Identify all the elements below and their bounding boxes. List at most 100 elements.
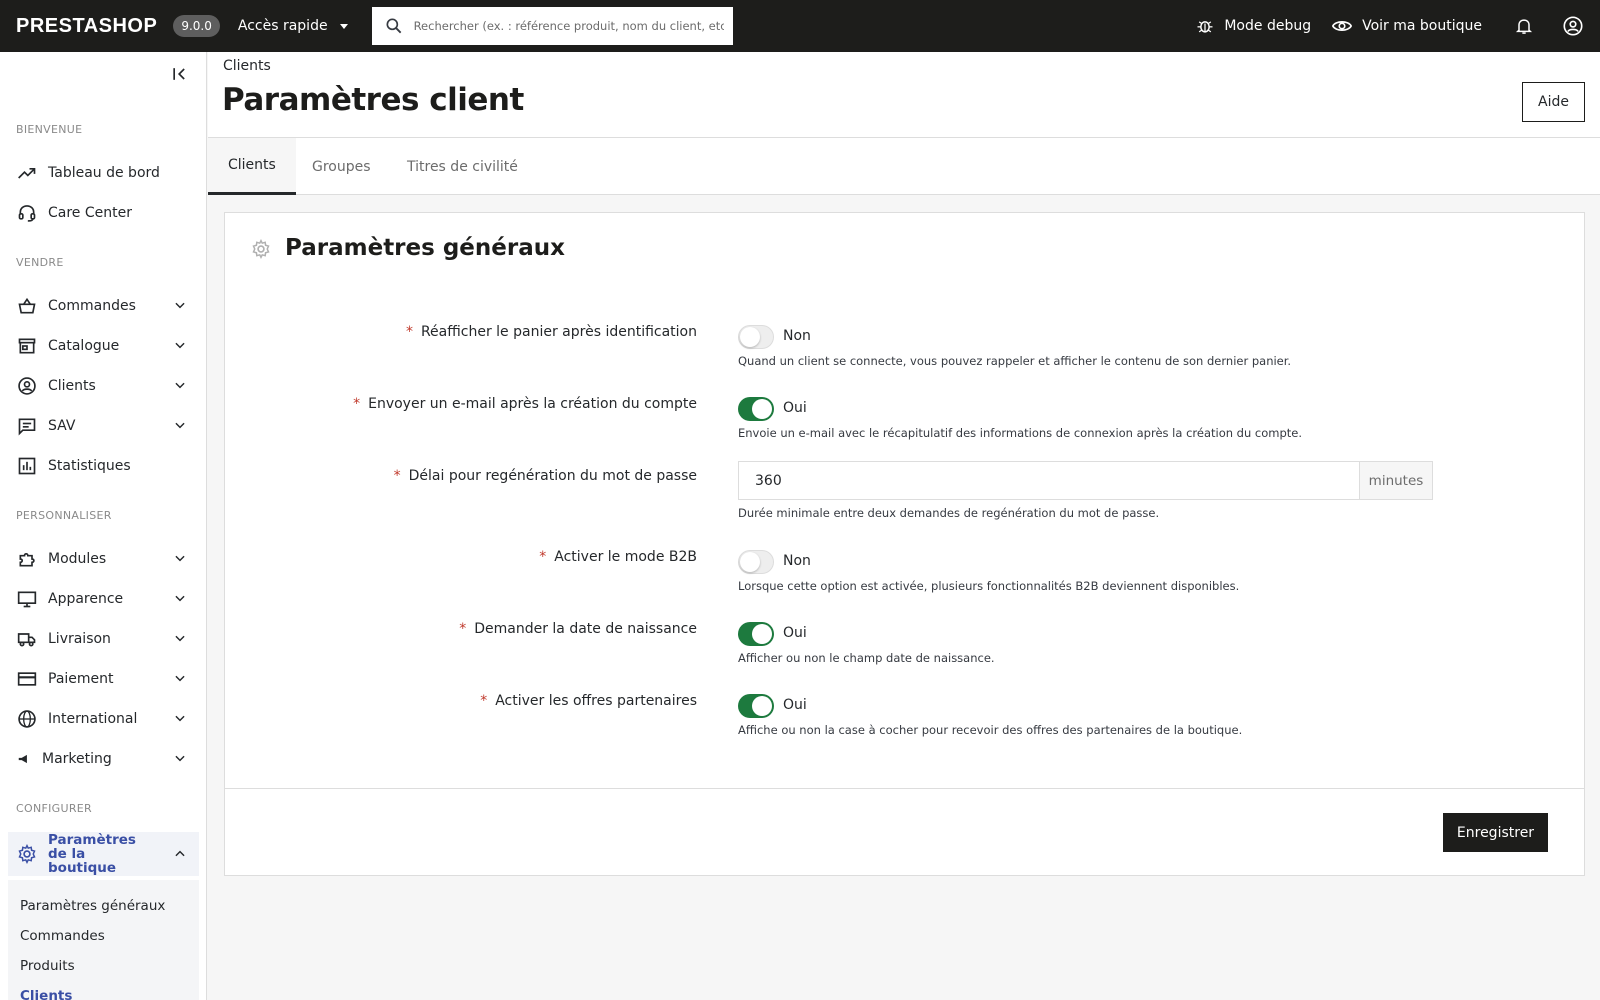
chevron-up-icon <box>175 850 185 857</box>
section-configure: CONFIGURER <box>16 802 92 815</box>
sidebar-item-sav[interactable]: SAV <box>8 408 199 444</box>
credit-card-icon <box>16 668 38 690</box>
trending-up-icon <box>16 162 38 184</box>
tab-groups[interactable]: Groupes <box>312 138 371 195</box>
toggle-partner-offers[interactable] <box>738 694 774 718</box>
toggle-b2b-mode[interactable] <box>738 550 774 574</box>
chevron-down-icon <box>175 755 185 762</box>
field-label: * Demander la date de naissance <box>459 621 697 637</box>
gear-icon <box>252 239 270 259</box>
required-marker: * <box>405 324 413 340</box>
chevron-down-icon <box>175 302 185 309</box>
view-shop-label: Voir ma boutique <box>1362 18 1482 34</box>
account-circle-icon <box>16 375 38 397</box>
sidebar-item-customers[interactable]: Clients <box>8 368 199 404</box>
card-title: Paramètres généraux <box>285 235 565 261</box>
required-marker: * <box>539 549 547 565</box>
tab-titles[interactable]: Titres de civilité <box>407 138 518 195</box>
breadcrumb[interactable]: Clients <box>223 58 271 74</box>
submenu-item-general[interactable]: Paramètres généraux <box>20 898 165 914</box>
save-button[interactable]: Enregistrer <box>1443 813 1548 852</box>
sidebar-item-label: Livraison <box>48 631 111 647</box>
tabs: Clients Groupes Titres de civilité <box>208 138 1600 195</box>
toggle-birthday[interactable] <box>738 622 774 646</box>
field-label: * Délai pour regénération du mot de passe <box>393 468 697 484</box>
password-delay-input[interactable] <box>739 462 1359 499</box>
sidebar-item-international[interactable]: International <box>8 701 199 737</box>
eye-icon <box>1332 21 1353 31</box>
toggle-send-email[interactable] <box>738 397 774 421</box>
field-help: Lorsque cette option est activée, plusie… <box>738 579 1240 593</box>
chevron-down-icon <box>175 595 185 602</box>
sidebar-item-marketing[interactable]: Marketing <box>8 741 199 777</box>
sidebar-item-orders[interactable]: Commandes <box>8 288 199 324</box>
quick-access-label: Accès rapide <box>237 18 328 34</box>
submenu-item-customers[interactable]: Clients <box>20 988 72 1000</box>
sidebar-item-payment[interactable]: Paiement <box>8 661 199 697</box>
field-help: Envoie un e-mail avec le récapitulatif d… <box>738 426 1303 440</box>
account-icon[interactable] <box>1562 15 1584 37</box>
field-label: * Activer les offres partenaires <box>480 693 697 709</box>
chevron-down-icon <box>175 555 185 562</box>
version-badge: 9.0.0 <box>173 15 220 37</box>
sidebar: BIENVENUE Tableau de bord Care Center VE… <box>0 52 207 1000</box>
sidebar-submenu: Paramètres généraux Commandes Produits C… <box>8 880 199 1000</box>
sidebar-item-care-center[interactable]: Care Center <box>8 195 199 231</box>
bell-icon[interactable] <box>1514 16 1534 36</box>
toggle-reshow-cart[interactable] <box>738 325 774 349</box>
search-input[interactable] <box>413 19 724 33</box>
chevron-down-icon <box>175 715 185 722</box>
sidebar-item-label: Apparence <box>48 591 124 607</box>
sidebar-item-label: Tableau de bord <box>48 165 160 181</box>
sidebar-item-appearance[interactable]: Apparence <box>8 581 199 617</box>
chevron-down-icon <box>175 422 185 429</box>
prestashop-logo[interactable]: PRESTASHOP <box>16 15 157 38</box>
search-box <box>371 7 733 45</box>
headset-icon <box>16 202 38 224</box>
help-button[interactable]: Aide <box>1522 82 1585 122</box>
sidebar-item-label: Paiement <box>48 671 114 687</box>
field-help: Quand un client se connecte, vous pouvez… <box>738 354 1292 368</box>
submenu-item-orders[interactable]: Commandes <box>20 928 105 944</box>
sidebar-item-modules[interactable]: Modules <box>8 541 199 577</box>
required-marker: * <box>480 693 488 709</box>
sidebar-item-shipping[interactable]: Livraison <box>8 621 199 657</box>
sidebar-item-dashboard[interactable]: Tableau de bord <box>8 155 199 191</box>
submenu-item-products[interactable]: Produits <box>20 958 75 974</box>
collapse-sidebar-icon[interactable] <box>170 64 190 84</box>
gear-icon <box>16 843 38 865</box>
chevron-down-icon <box>175 635 185 642</box>
search-icon[interactable] <box>384 16 404 36</box>
toggle-state-label: Oui <box>783 400 807 416</box>
sidebar-item-label: Care Center <box>48 205 132 221</box>
unit-addon: minutes <box>1359 462 1432 499</box>
toggle-state-label: Oui <box>783 625 807 641</box>
toggle-state-label: Oui <box>783 697 807 713</box>
view-shop-link[interactable]: Voir ma boutique <box>1331 15 1482 37</box>
sidebar-item-catalog[interactable]: Catalogue <box>8 328 199 364</box>
sidebar-item-label: International <box>48 711 138 727</box>
page-title: Paramètres client <box>222 82 524 118</box>
sidebar-item-shop-parameters[interactable]: Paramètres de la boutique <box>8 832 199 876</box>
debug-mode-link[interactable]: Mode debug <box>1195 16 1311 36</box>
field-label: * Activer le mode B2B <box>539 549 697 565</box>
section-sell: VENDRE <box>16 256 64 269</box>
page-header: Clients Paramètres client Aide <box>208 52 1600 138</box>
top-bar: PRESTASHOP 9.0.0 Accès rapide Mode debug… <box>0 0 1600 52</box>
field-label: * Envoyer un e-mail après la création du … <box>353 396 697 412</box>
sidebar-item-statistics[interactable]: Statistiques <box>8 448 199 484</box>
quick-access-dropdown[interactable]: Accès rapide <box>238 18 348 34</box>
sidebar-item-label: Modules <box>48 551 107 567</box>
section-customize: PERSONNALISER <box>16 509 112 522</box>
monitor-icon <box>16 588 38 610</box>
field-help: Durée minimale entre deux demandes de re… <box>738 506 1160 520</box>
chevron-down-icon <box>175 675 185 682</box>
bug-icon <box>1197 21 1213 33</box>
sidebar-item-label: SAV <box>48 418 76 434</box>
required-marker: * <box>393 468 401 484</box>
sidebar-item-label: Commandes <box>48 298 136 314</box>
general-settings-card: Paramètres généraux * Réafficher le panie… <box>224 212 1585 876</box>
required-marker: * <box>353 396 361 412</box>
tab-clients[interactable]: Clients <box>208 138 296 195</box>
puzzle-icon <box>16 548 38 570</box>
